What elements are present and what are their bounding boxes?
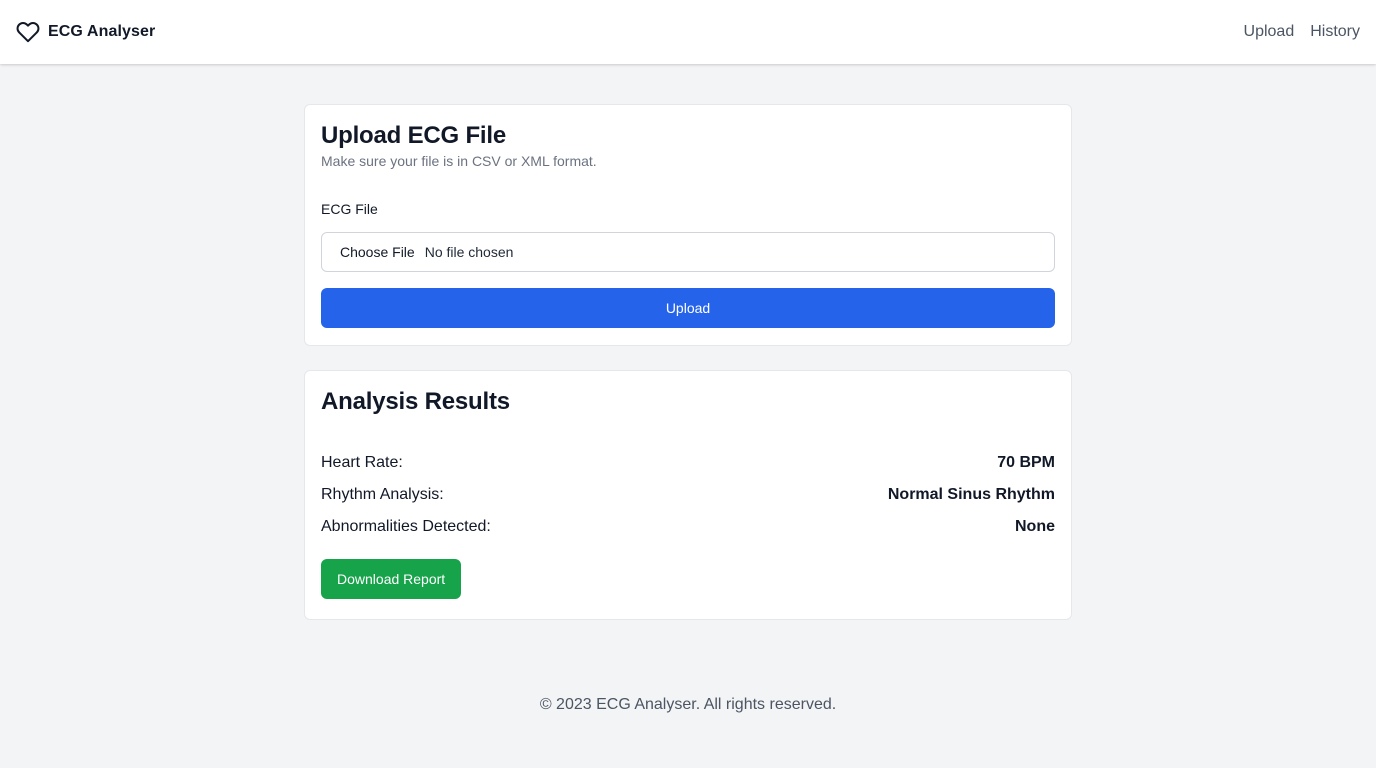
results-list: Heart Rate: 70 BPM Rhythm Analysis: Norm…: [321, 447, 1055, 543]
nav-links: Upload History: [1244, 23, 1360, 41]
result-label: Heart Rate:: [321, 454, 403, 471]
ecg-file-label: ECG File: [321, 201, 378, 217]
brand-link[interactable]: ECG Analyser: [16, 20, 155, 44]
navbar: ECG Analyser Upload History: [0, 0, 1376, 64]
result-label: Abnormalities Detected:: [321, 518, 491, 535]
upload-card-title: Upload ECG File: [321, 122, 507, 149]
nav-link-history[interactable]: History: [1310, 23, 1360, 41]
choose-file-button[interactable]: Choose File: [340, 244, 415, 260]
ecg-file-input[interactable]: Choose File No file chosen: [321, 232, 1055, 272]
upload-card-subtitle: Make sure your file is in CSV or XML for…: [321, 153, 597, 169]
nav-link-upload[interactable]: Upload: [1244, 23, 1295, 41]
result-row-heart-rate: Heart Rate: 70 BPM: [321, 447, 1055, 479]
app-name: ECG Analyser: [48, 23, 156, 40]
file-status-text: No file chosen: [424, 244, 514, 260]
footer-copyright: © 2023 ECG Analyser. All rights reserved…: [539, 696, 837, 713]
result-row-rhythm: Rhythm Analysis: Normal Sinus Rhythm: [321, 479, 1055, 511]
results-card: Analysis Results Heart Rate: 70 BPM Rhyt…: [304, 370, 1072, 620]
download-report-button[interactable]: Download Report: [321, 559, 462, 599]
result-row-abnormalities: Abnormalities Detected: None: [321, 511, 1055, 543]
result-value: None: [1015, 518, 1055, 535]
result-label: Rhythm Analysis:: [321, 486, 444, 503]
result-value: 70 BPM: [997, 454, 1055, 471]
upload-card: Upload ECG File Make sure your file is i…: [304, 104, 1072, 346]
heart-icon: [16, 20, 40, 44]
results-card-title: Analysis Results: [321, 388, 510, 415]
result-value: Normal Sinus Rhythm: [887, 486, 1055, 503]
upload-button[interactable]: Upload: [321, 288, 1055, 328]
